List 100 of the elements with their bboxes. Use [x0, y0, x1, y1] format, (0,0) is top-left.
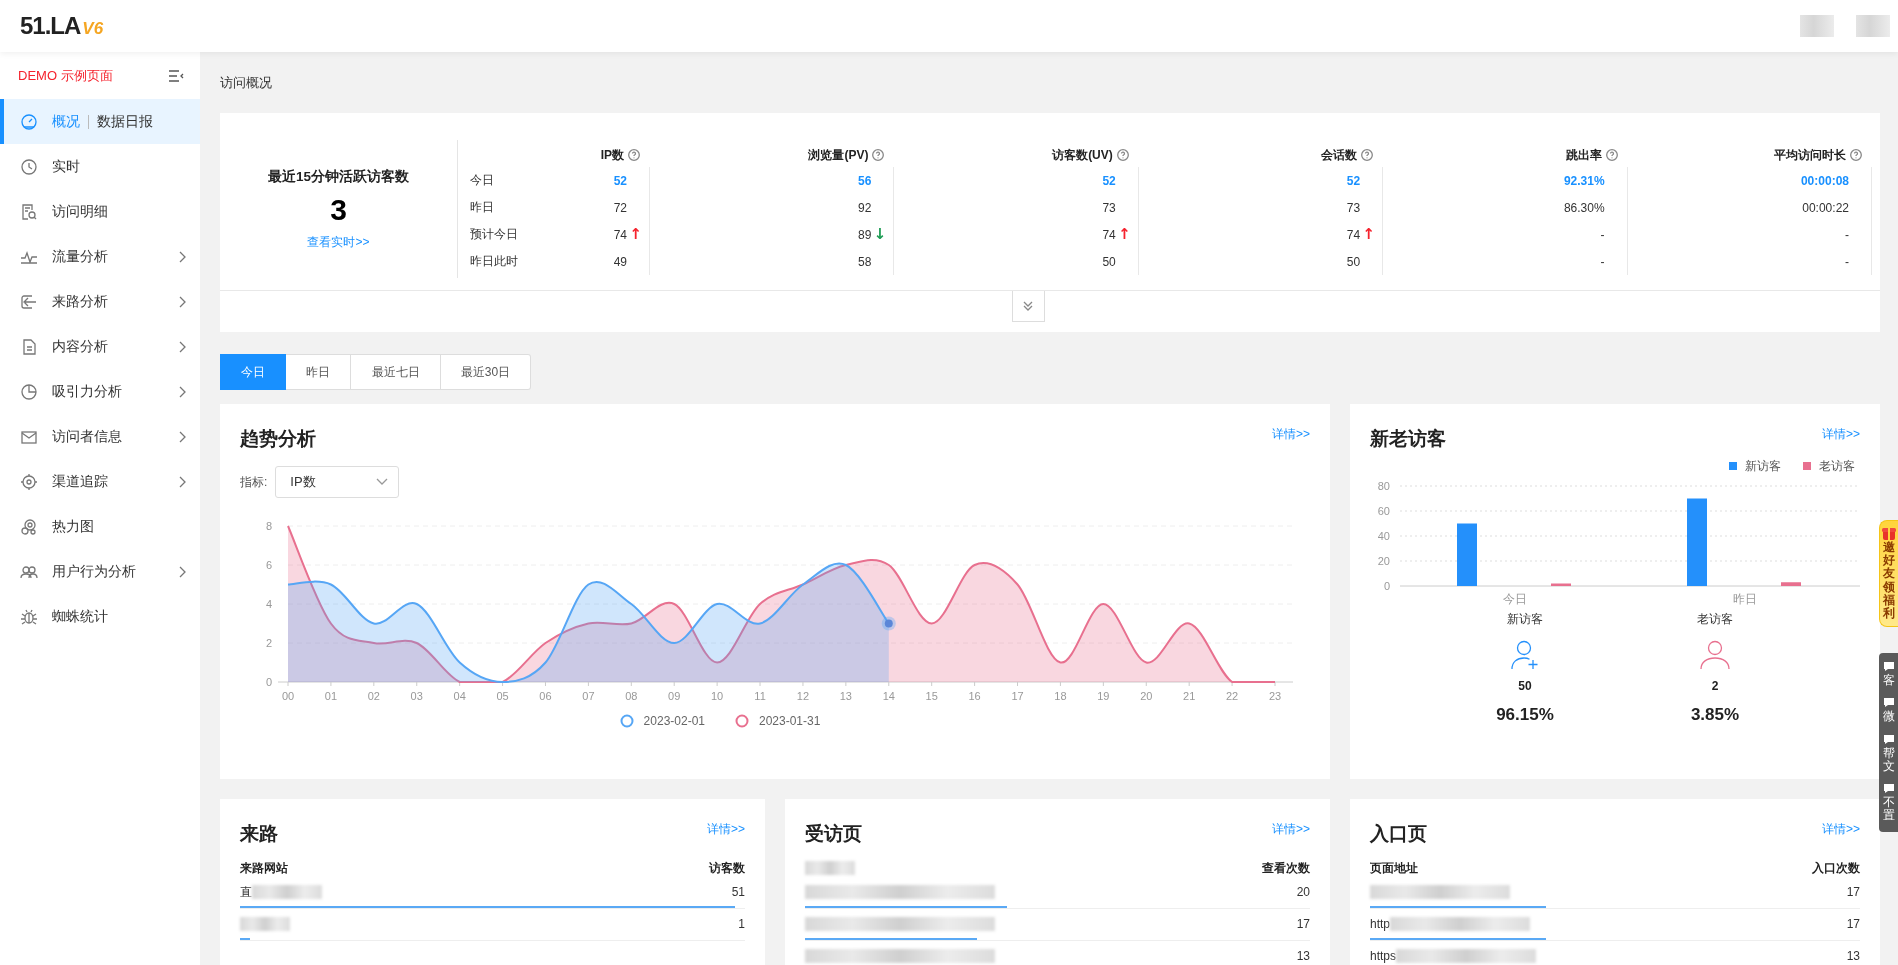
sidebar-item[interactable]: 实时 — [0, 144, 200, 189]
axis-tick-label: 40 — [1377, 530, 1390, 542]
blurred-text — [805, 861, 855, 875]
stat-value: 52 — [1102, 173, 1116, 188]
stat-value: - — [1600, 254, 1605, 269]
trend-arrow: ↓ — [873, 226, 887, 242]
stat-value: 73 — [1346, 200, 1361, 215]
axis-tick-label: 0 — [1383, 580, 1390, 592]
sidebar-item[interactable]: 流量分析 — [0, 234, 200, 279]
stat-value: 49 — [613, 254, 627, 269]
speech-bubble-icon — [1882, 697, 1895, 709]
tool-button[interactable]: 帮文 — [1882, 733, 1895, 773]
row-value: 13 — [1846, 949, 1860, 963]
speech-bubble-icon — [1882, 661, 1895, 673]
axis-tick-label: 07 — [582, 690, 595, 702]
report-link[interactable]: 数据日报 — [97, 112, 153, 131]
card-title: 趋势分析 — [240, 427, 316, 451]
legend-label: 老访客 — [1819, 457, 1855, 475]
sidebar-item[interactable]: 访问明细 — [0, 189, 200, 234]
trend-arrow: ↑ — [629, 226, 642, 242]
sidebar-item[interactable]: 来路分析 — [0, 279, 200, 324]
axis-tick-label: 6 — [265, 559, 272, 571]
summary-label: 老访客 — [1697, 611, 1733, 628]
legend-label: 2023-01-31 — [759, 714, 821, 728]
logo-text: 51.LA — [20, 12, 81, 40]
card-title: 入口页 — [1370, 822, 1427, 846]
axis-tick-label: 11 — [754, 690, 766, 702]
sidebar-item[interactable]: 用户行为分析 — [0, 549, 200, 594]
stat-value: 89 — [858, 227, 872, 242]
axis-tick-label: 80 — [1377, 480, 1390, 492]
stat-value: 52 — [1346, 173, 1361, 188]
version-label: V6 — [82, 19, 104, 39]
row-value: 13 — [1296, 949, 1310, 963]
axis-tick-label: 09 — [668, 690, 681, 702]
axis-tick-label: 22 — [1225, 690, 1239, 702]
tool-button[interactable]: 不置 — [1882, 782, 1895, 823]
speech-bubble-icon — [1882, 782, 1895, 794]
row-label: 今日 — [470, 172, 495, 189]
range-tab[interactable]: 最近30日 — [441, 354, 531, 390]
column-header: 会话数 — [1321, 146, 1358, 164]
sidebar-item[interactable]: 热力图 — [0, 504, 200, 549]
metric-select[interactable]: IP数 — [275, 466, 400, 498]
sidebar-item[interactable]: 内容分析 — [0, 324, 200, 369]
range-tab[interactable]: 昨日 — [286, 354, 351, 390]
gift-icon — [1882, 525, 1896, 541]
stat-value: 74 — [613, 227, 627, 242]
axis-tick-label: 03 — [410, 690, 423, 702]
visitor-percent: 3.85% — [1690, 705, 1740, 725]
demo-label: DEMO 示例页面 — [18, 66, 113, 85]
row-value: 51 — [731, 885, 745, 899]
axis-tick-label: 8 — [265, 520, 272, 532]
sidebar-item[interactable]: 渠道追踪 — [0, 459, 200, 504]
row-value: 17 — [1296, 917, 1310, 931]
help-icon — [872, 149, 885, 161]
trend-arrow: ↑ — [1362, 226, 1376, 242]
legend-label: 2023-02-01 — [643, 714, 705, 728]
axis-tick-label: 08 — [625, 690, 638, 702]
axis-tick-label: 00 — [281, 690, 295, 702]
axis-tick-label: 19 — [1097, 690, 1110, 702]
expand-button[interactable] — [1011, 291, 1045, 322]
chevron-down-icon — [376, 478, 389, 486]
stat-value: 73 — [1102, 200, 1116, 215]
column-header: IP数 — [600, 146, 624, 164]
sidebar-item[interactable]: 蜘蛛统计 — [0, 594, 200, 639]
stat-value: 52 — [613, 173, 627, 188]
axis-tick-label: 06 — [539, 690, 552, 702]
column-header: 来路网站 — [240, 860, 288, 876]
promo-banner[interactable]: 邀好友领福利 — [1879, 520, 1898, 628]
row-value: 1 — [738, 917, 745, 931]
axis-tick-label: 0 — [265, 676, 272, 688]
stat-value: 00:00:08 — [1800, 173, 1849, 188]
column-header: 访客数(UV) — [1052, 146, 1113, 164]
axis-tick-label: 05 — [496, 690, 509, 702]
target-icon — [20, 472, 38, 491]
gauge-icon — [20, 112, 38, 131]
stat-value: 92.31% — [1563, 173, 1605, 188]
visitor-percent: 96.15% — [1496, 705, 1554, 725]
stat-value: 86.30% — [1563, 200, 1605, 215]
sidebar-item[interactable]: 概况 数据日报 — [0, 99, 200, 144]
card-title: 受访页 — [805, 822, 862, 846]
axis-tick-label: 23 — [1268, 690, 1282, 702]
axis-tick-label: 17 — [1011, 690, 1024, 702]
axis-tick-label: 16 — [968, 690, 981, 702]
sidebar-item[interactable]: 访问者信息 — [0, 414, 200, 459]
stat-value: - — [1845, 254, 1849, 269]
tool-button[interactable]: 微 — [1882, 697, 1895, 724]
tool-button[interactable]: 客 — [1882, 661, 1895, 688]
axis-tick-label: 20 — [1377, 555, 1390, 567]
axis-tick-label: 4 — [265, 598, 272, 610]
axis-tick-label: 13 — [839, 690, 852, 702]
help-icon — [628, 149, 640, 161]
sidebar-item[interactable]: 吸引力分析 — [0, 369, 200, 414]
stat-value: 00:00:22 — [1802, 200, 1849, 215]
help-icon — [1850, 149, 1862, 161]
blurred-text — [1800, 15, 1834, 37]
range-tab[interactable]: 最近七日 — [351, 354, 441, 390]
row-label: 预计今日 — [470, 226, 519, 243]
pie-chart-icon — [20, 382, 38, 401]
stat-value: 92 — [858, 200, 872, 215]
axis-tick-label: 60 — [1377, 505, 1390, 517]
